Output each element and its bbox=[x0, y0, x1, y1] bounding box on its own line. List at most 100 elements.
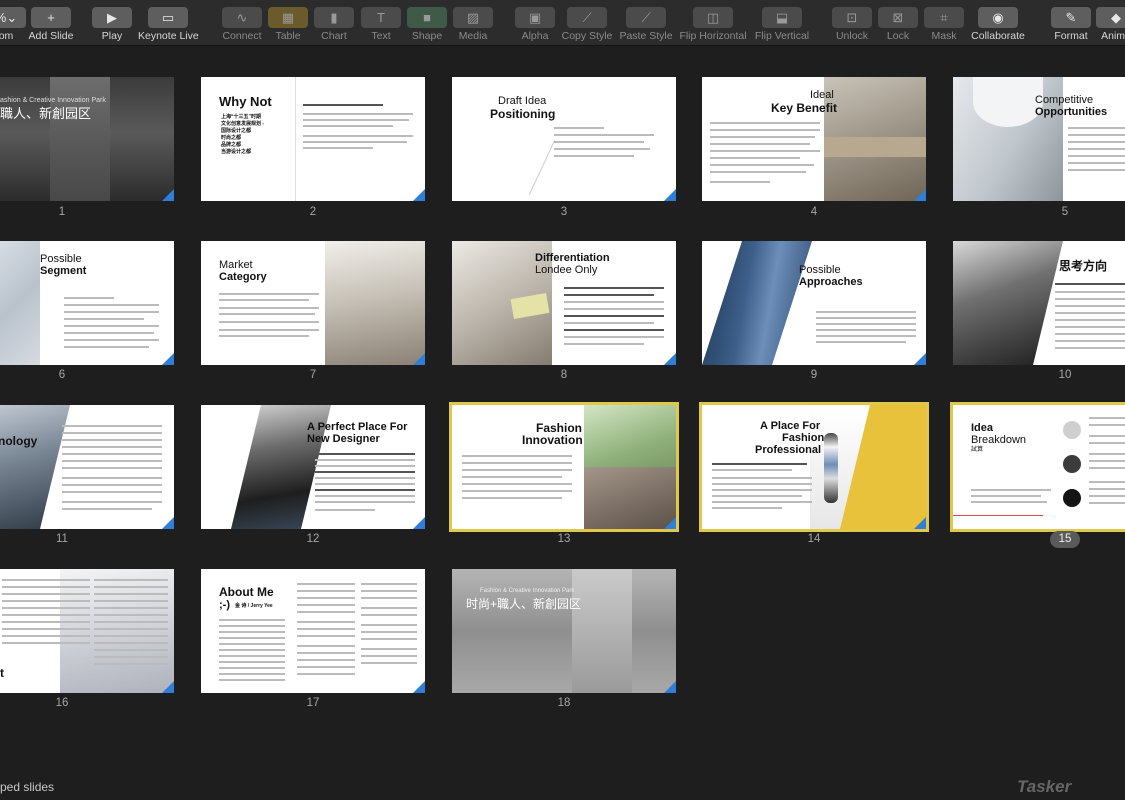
slide-thumbnail-1[interactable]: ashion & Creative Innovation Park 職人、新創园… bbox=[0, 77, 174, 201]
mask-icon: ⌗ bbox=[924, 7, 964, 28]
watermark-logo: Tasker bbox=[1017, 777, 1072, 796]
slide-text-line bbox=[1089, 467, 1125, 469]
slide-text-line bbox=[219, 661, 285, 663]
animate-icon: ◆ bbox=[1096, 7, 1125, 28]
slide-thumbnail-7[interactable]: Market Category bbox=[201, 241, 425, 365]
slide-text-line bbox=[361, 648, 417, 650]
slide-text-line bbox=[816, 341, 906, 343]
lock-icon: ⊠ bbox=[878, 7, 918, 28]
chart-button[interactable]: ▮ Chart bbox=[314, 7, 354, 43]
slide-text-line bbox=[554, 134, 654, 136]
slide-thumbnail-12[interactable]: A Perfect Place For New Designer bbox=[201, 405, 425, 529]
slide-text-line bbox=[315, 477, 415, 479]
slide-text-line bbox=[564, 322, 654, 324]
slide-text-line bbox=[710, 136, 815, 138]
paste-style-button[interactable]: ⟋ Paste Style bbox=[619, 7, 673, 43]
lock-button[interactable]: ⊠ Lock bbox=[878, 7, 918, 43]
flip-horizontal-icon: ◫ bbox=[693, 7, 733, 28]
slide-text-line bbox=[2, 579, 90, 581]
slide-thumbnail-9[interactable]: Possible Approaches bbox=[702, 241, 926, 365]
play-button[interactable]: ▶ Play bbox=[92, 7, 132, 43]
slide-title: About Me bbox=[219, 585, 274, 599]
slide-thumbnail-13[interactable]: Fashion Innovation bbox=[449, 402, 679, 532]
chart-icon: ▮ bbox=[314, 7, 354, 28]
slide-text-line bbox=[64, 304, 159, 306]
slide-text-line bbox=[1089, 460, 1125, 462]
idea-icon bbox=[1063, 421, 1081, 439]
slide-thumbnail-11[interactable]: nology bbox=[0, 405, 174, 529]
slide-photo bbox=[0, 405, 70, 529]
slide-corner-marker bbox=[162, 189, 174, 201]
slide-thumbnail-17[interactable]: About Me ;-) 金 诗 / Jerry Yee bbox=[201, 569, 425, 693]
mask-button[interactable]: ⌗ Mask bbox=[924, 7, 964, 43]
connect-button[interactable]: ∿ Connect bbox=[221, 7, 263, 43]
slide-thumbnail-18[interactable]: Fashion & Creative Innovation Park 时尚+職人… bbox=[452, 569, 676, 693]
slide-subtitle: Fashion & Creative Innovation Park bbox=[480, 588, 575, 594]
slide-corner-marker bbox=[664, 517, 676, 529]
slide-thumbnail-5[interactable]: Competitive Opportunities bbox=[953, 77, 1125, 201]
slide-thumbnail-2[interactable]: Why Not 上海“十三五”时期 文化创意发展规划 - 国际设计之都 时尚之都… bbox=[201, 77, 425, 201]
slide-text-line bbox=[1068, 148, 1125, 150]
flip-horizontal-button[interactable]: ◫ Flip Horizontal bbox=[678, 7, 748, 43]
slide-thumbnail-14[interactable]: A Place For Fashion Professional bbox=[699, 402, 929, 532]
skipped-slides-toggle[interactable]: ped slides bbox=[0, 780, 54, 794]
slide-text-line bbox=[94, 579, 168, 581]
add-slide-button[interactable]: + Add Slide bbox=[27, 7, 75, 43]
slide-corner-marker bbox=[914, 517, 926, 529]
slide-text-line bbox=[564, 294, 654, 296]
zoom-button[interactable]: %⌄ om bbox=[0, 7, 26, 43]
slide-text-line bbox=[64, 339, 159, 341]
idea-icon bbox=[1063, 489, 1081, 507]
slide-number: 9 bbox=[810, 369, 818, 381]
flip-vertical-button[interactable]: ⬓ Flip Vertical bbox=[753, 7, 811, 43]
slide-thumbnail-10[interactable]: 思考方向 bbox=[953, 241, 1125, 365]
slide-text-line bbox=[297, 590, 355, 592]
slide-text-line bbox=[315, 465, 415, 467]
slide-text-line bbox=[712, 495, 802, 497]
copy-style-button[interactable]: ⟋ Copy Style bbox=[561, 7, 613, 43]
slide-title: Draft Idea bbox=[498, 95, 547, 107]
slide-photo bbox=[702, 241, 812, 365]
slide-thumbnail-15[interactable]: Idea Breakdown 試算 bbox=[950, 402, 1125, 532]
slide-subtitle: 金 诗 / Jerry Yee bbox=[235, 603, 273, 609]
slide-thumbnail-4[interactable]: Ideal Key Benefit bbox=[702, 77, 926, 201]
slide-thumbnail-3[interactable]: Draft Idea Positioning bbox=[452, 77, 676, 201]
slide-title: Possible bbox=[40, 253, 82, 265]
collaborate-icon: ◉ bbox=[978, 7, 1018, 28]
keynote-live-button[interactable]: ▭ Keynote Live bbox=[138, 7, 199, 43]
slide-bullet: 文化创意发展规划 - bbox=[221, 121, 265, 127]
slide-text-line bbox=[62, 491, 162, 493]
collaborate-button[interactable]: ◉ Collaborate bbox=[970, 7, 1026, 43]
slide-text-line bbox=[297, 611, 355, 613]
slide-corner-marker bbox=[162, 353, 174, 365]
slide-title: Segment bbox=[40, 265, 87, 277]
format-button[interactable]: ✎ Format bbox=[1050, 7, 1092, 43]
slide-text-line bbox=[303, 141, 407, 143]
slide-text-line bbox=[219, 307, 319, 309]
slide-text-line bbox=[219, 655, 285, 657]
slide-text-line bbox=[361, 583, 417, 585]
slide-title: 时尚+職人、新創园区 bbox=[466, 597, 582, 611]
slide-title: Possible bbox=[799, 264, 841, 276]
slide-bullet: 品牌之都 bbox=[221, 142, 242, 148]
slide-bullet: 上海“十三五”时期 bbox=[221, 114, 262, 120]
slide-text-line bbox=[1089, 453, 1125, 455]
media-button[interactable]: ▨ Media bbox=[453, 7, 493, 43]
shape-button[interactable]: ■ Shape bbox=[407, 7, 447, 43]
slide-text-line bbox=[297, 659, 355, 661]
slide-photo bbox=[973, 77, 1043, 127]
text-button[interactable]: T Text bbox=[361, 7, 401, 43]
unlock-button[interactable]: ⊡ Unlock bbox=[832, 7, 872, 43]
slide-thumbnail-16[interactable]: t bbox=[0, 569, 174, 693]
animate-button[interactable]: ◆ Anima bbox=[1096, 7, 1125, 43]
slide-text-line bbox=[1089, 488, 1125, 490]
slide-text-line bbox=[64, 318, 144, 320]
alpha-button[interactable]: ▣ Alpha bbox=[515, 7, 555, 43]
slide-text-line bbox=[64, 311, 159, 313]
slide-photo bbox=[50, 77, 110, 201]
idea-icon bbox=[1063, 455, 1081, 473]
slide-thumbnail-6[interactable]: Possible Segment bbox=[0, 241, 174, 365]
slide-text-line bbox=[816, 335, 916, 337]
table-button[interactable]: ▦ Table bbox=[268, 7, 308, 43]
slide-thumbnail-8[interactable]: Differentiation Londee Only bbox=[452, 241, 676, 365]
